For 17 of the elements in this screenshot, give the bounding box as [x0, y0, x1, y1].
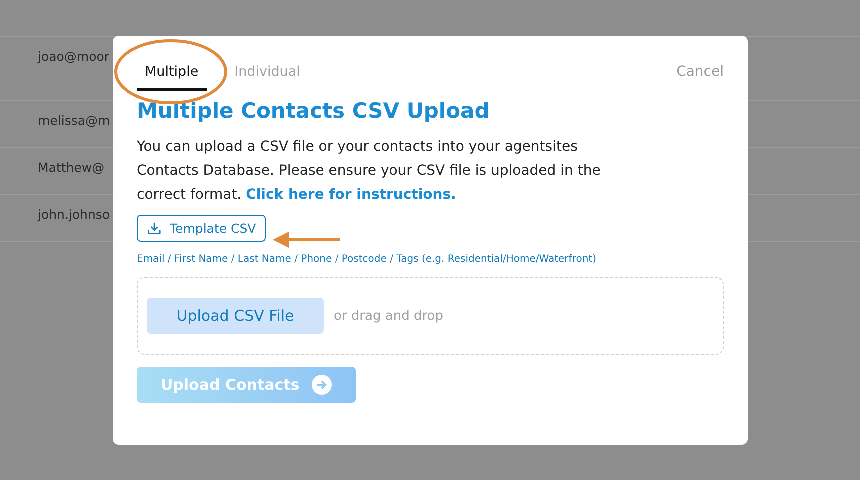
- drop-hint: or drag and drop: [334, 308, 444, 324]
- arrow-circle-icon: [312, 375, 332, 395]
- pointer-arrow: [273, 231, 341, 249]
- table-cell-text: john.johnso: [38, 207, 110, 224]
- download-icon: [147, 221, 162, 236]
- table-cell-text: melissa@m: [38, 113, 110, 130]
- cancel-button[interactable]: Cancel: [676, 54, 724, 90]
- description-text: You can upload a CSV file or your contacts into your agentsites Contacts Database. Please ensure your CSV file is uploaded in the correct format. Click here for instructions.: [137, 138, 602, 205]
- dropzone[interactable]: Upload CSV File or drag and drop: [137, 277, 724, 355]
- tab[interactable]: Individual: [226, 54, 308, 91]
- template-button[interactable]: Template CSV: [137, 215, 266, 242]
- dialog-title: Multiple Contacts CSV Upload: [137, 99, 491, 123]
- table-cell-text: joao@moor: [38, 49, 110, 66]
- upload-file-button[interactable]: Upload CSV File: [147, 298, 324, 334]
- instructions-link[interactable]: Click here for instructions.: [246, 187, 456, 203]
- field-list-text: Email / First Name / Last Name / Phone / Postcode / Tags (e.g. Residential/Home/Waterfront): [137, 254, 598, 265]
- table-cell-text: Matthew@: [38, 160, 105, 177]
